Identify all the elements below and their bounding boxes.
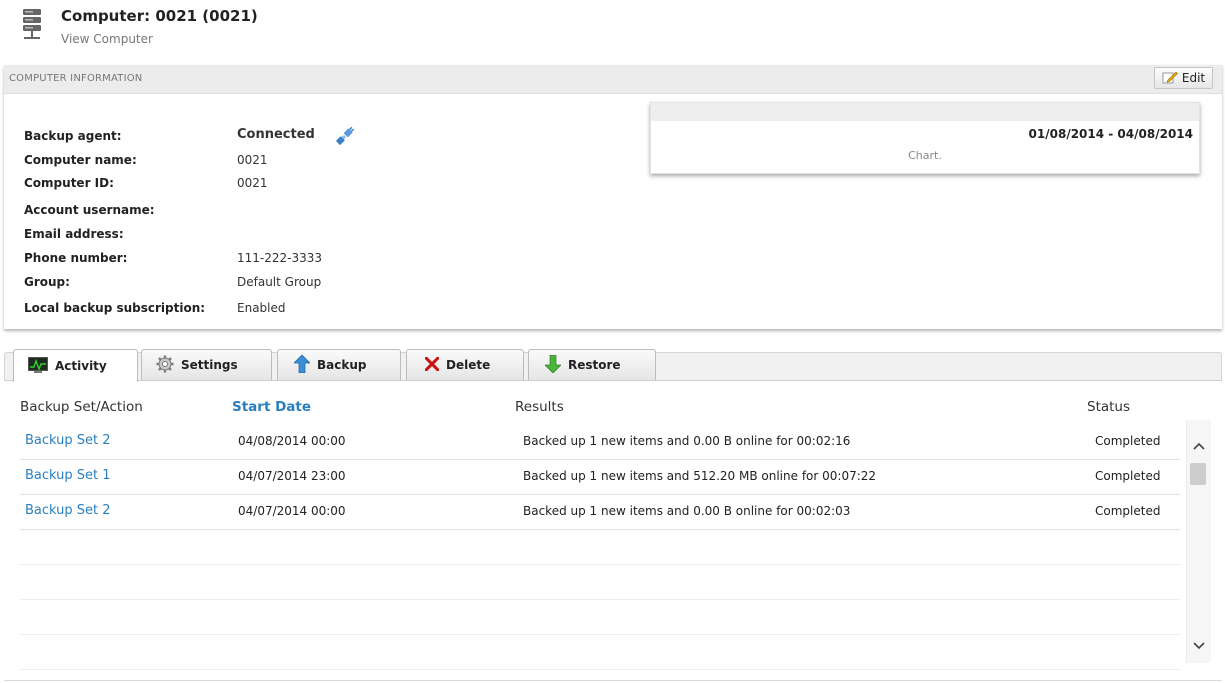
panel-header: COMPUTER INFORMATION Edit xyxy=(4,65,1222,94)
agent-status-value: Connected xyxy=(237,127,315,142)
chart-placeholder: Chart. xyxy=(908,149,942,162)
scroll-up-icon[interactable] xyxy=(1190,438,1208,456)
empty-table-row xyxy=(20,529,1180,565)
status-cell: Completed xyxy=(1095,434,1161,448)
table-row[interactable]: Backup Set 1 04/07/2014 23:00 Backed up … xyxy=(20,459,1180,495)
info-label: Local backup subscription: xyxy=(24,301,206,315)
tab-label: Restore xyxy=(568,358,621,372)
up-arrow-icon xyxy=(293,354,311,376)
tab-activity[interactable]: Activity xyxy=(13,349,138,382)
info-label: Email address: xyxy=(24,227,124,241)
status-cell: Completed xyxy=(1095,504,1161,518)
backup-set-link[interactable]: Backup Set 1 xyxy=(25,468,111,483)
results-cell: Backed up 1 new items and 0.00 B online … xyxy=(523,504,851,518)
page-title: Computer: 0021 (0021) xyxy=(61,7,258,25)
status-cell: Completed xyxy=(1095,469,1161,483)
chart-box: 01/08/2014 - 04/08/2014 Chart. xyxy=(650,102,1200,174)
pencil-icon xyxy=(1162,70,1178,87)
info-label: Computer name: xyxy=(24,153,137,167)
column-header-backup-set[interactable]: Backup Set/Action xyxy=(20,399,143,415)
empty-table-row xyxy=(20,564,1180,600)
table-row[interactable]: Backup Set 2 04/07/2014 00:00 Backed up … xyxy=(20,494,1180,530)
page-subtitle: View Computer xyxy=(61,32,153,46)
tab-delete[interactable]: Delete xyxy=(406,349,524,380)
info-value: 111-222-3333 xyxy=(237,251,323,265)
results-cell: Backed up 1 new items and 0.00 B online … xyxy=(523,434,851,448)
tab-restore[interactable]: Restore xyxy=(528,349,656,380)
info-value: 0021 xyxy=(237,153,268,167)
edit-button-label: Edit xyxy=(1181,71,1206,85)
table-scrollbar[interactable] xyxy=(1186,420,1211,663)
page-bottom-divider xyxy=(4,680,1222,681)
column-header-results[interactable]: Results xyxy=(515,399,564,415)
plug-connected-icon xyxy=(332,123,358,149)
start-date-cell: 04/07/2014 23:00 xyxy=(238,469,346,483)
server-icon xyxy=(22,9,42,43)
tab-bar: Activity Settings Backup Delete Restore xyxy=(4,348,1222,384)
empty-table-row xyxy=(20,634,1180,670)
results-cell: Backed up 1 new items and 512.20 MB onli… xyxy=(523,469,877,483)
gear-icon xyxy=(156,355,174,376)
chart-date-range: 01/08/2014 - 04/08/2014 xyxy=(1028,127,1193,141)
activity-monitor-icon xyxy=(28,356,48,376)
info-label: Phone number: xyxy=(24,251,128,265)
start-date-cell: 04/07/2014 00:00 xyxy=(238,504,346,518)
tab-label: Settings xyxy=(181,358,238,372)
tab-label: Backup xyxy=(317,358,367,372)
computer-information-panel: COMPUTER INFORMATION Edit Backup agent: … xyxy=(4,65,1222,329)
tab-label: Activity xyxy=(55,359,107,373)
start-date-cell: 04/08/2014 00:00 xyxy=(238,434,346,448)
info-value: Default Group xyxy=(237,275,322,289)
down-arrow-icon xyxy=(544,354,562,376)
empty-table-row xyxy=(20,599,1180,635)
scroll-down-icon[interactable] xyxy=(1190,638,1208,656)
red-x-icon xyxy=(424,356,440,374)
table-row[interactable]: Backup Set 2 04/08/2014 00:00 Backed up … xyxy=(20,424,1180,460)
tab-label: Delete xyxy=(446,358,491,372)
backup-set-link[interactable]: Backup Set 2 xyxy=(25,433,111,448)
scrollbar-thumb[interactable] xyxy=(1190,463,1206,485)
info-label: Computer ID: xyxy=(24,176,114,190)
tab-backup[interactable]: Backup xyxy=(277,349,401,380)
info-value: 0021 xyxy=(237,176,268,190)
backup-set-link[interactable]: Backup Set 2 xyxy=(25,503,111,518)
chart-box-header xyxy=(651,103,1199,121)
tab-settings[interactable]: Settings xyxy=(141,349,272,380)
info-label: Backup agent: xyxy=(24,129,122,143)
info-value: Enabled xyxy=(237,301,286,315)
info-label: Account username: xyxy=(24,203,155,217)
info-label: Group: xyxy=(24,275,70,289)
column-header-start-date[interactable]: Start Date xyxy=(232,399,311,415)
panel-section-label: COMPUTER INFORMATION xyxy=(9,73,143,84)
tab-bar-divider xyxy=(4,380,1222,381)
edit-button[interactable]: Edit xyxy=(1154,67,1213,89)
column-header-status[interactable]: Status xyxy=(1087,399,1130,415)
